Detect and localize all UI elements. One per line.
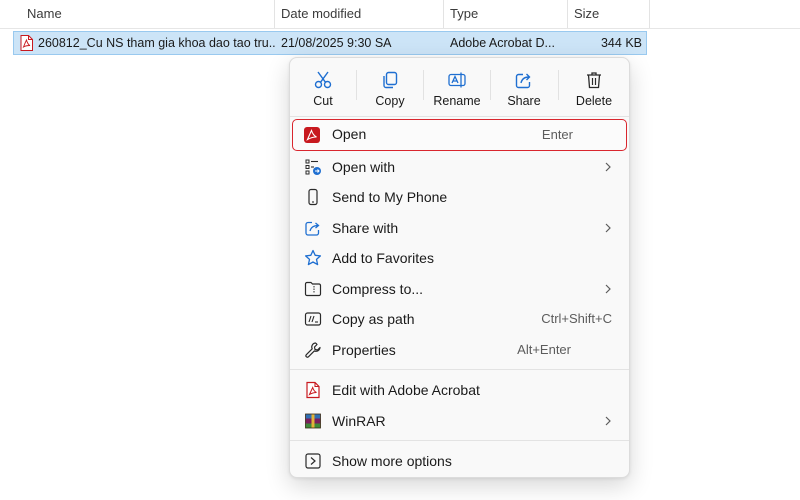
rename-button[interactable]: Rename (424, 62, 490, 112)
properties-label: Properties (332, 342, 396, 358)
file-date: 21/08/2025 9:30 SA (281, 36, 392, 50)
wrench-icon (305, 342, 321, 358)
share-with-icon (305, 221, 320, 236)
share-icon (515, 73, 531, 89)
copy-path-icon (304, 312, 322, 326)
menu-item-edit-with-acrobat[interactable]: Edit with Adobe Acrobat (293, 375, 626, 405)
column-date-header[interactable]: Date modified (274, 0, 443, 28)
chevron-right-icon (605, 284, 611, 294)
menu-divider (290, 116, 629, 117)
column-name-header[interactable]: Name (20, 0, 274, 28)
file-name: 260812_Cu NS tham gia khoa dao tao tru..… (38, 36, 275, 50)
copy-button[interactable]: Copy (357, 62, 423, 112)
menu-item-send-to-phone[interactable]: Send to My Phone (293, 182, 626, 212)
menu-item-open-with[interactable]: Open with (293, 152, 626, 182)
copy-icon (383, 71, 398, 89)
chevron-right-icon (605, 223, 611, 233)
menu-item-copy-as-path[interactable]: Copy as path Ctrl+Shift+C (293, 304, 626, 334)
menu-item-compress-to[interactable]: Compress to... (293, 274, 626, 304)
menu-item-open[interactable]: Open Enter (292, 119, 627, 151)
acrobat-edit-icon (306, 381, 320, 399)
share-with-label: Share with (332, 220, 399, 236)
trash-icon (587, 72, 601, 89)
open-label: Open (332, 126, 367, 142)
copy-as-path-label: Copy as path (332, 311, 415, 327)
send-to-phone-label: Send to My Phone (332, 189, 448, 205)
scissors-icon (314, 71, 332, 89)
phone-icon (308, 188, 318, 206)
winrar-label: WinRAR (332, 413, 386, 429)
star-icon (304, 249, 322, 266)
add-to-favorites-label: Add to Favorites (332, 250, 434, 266)
menu-item-winrar[interactable]: WinRAR (293, 406, 626, 436)
file-type: Adobe Acrobat D... (450, 36, 555, 50)
quick-actions-bar: Cut Copy Rename Share Delete (290, 58, 629, 116)
share-button[interactable]: Share (491, 62, 557, 112)
menu-item-add-to-favorites[interactable]: Add to Favorites (293, 243, 626, 273)
adobe-pdf-icon (304, 127, 320, 143)
column-header: Name Date modified Type Size (0, 0, 800, 29)
compress-to-label: Compress to... (332, 281, 424, 297)
open-shortcut: Enter (541, 127, 573, 142)
cut-label: Cut (313, 94, 333, 108)
copy-label: Copy (375, 94, 405, 108)
menu-divider (290, 369, 629, 370)
winrar-icon (305, 413, 321, 429)
zip-folder-icon (304, 281, 322, 297)
pdf-file-icon (20, 35, 33, 51)
column-size-header[interactable]: Size (567, 0, 649, 28)
file-size: 344 KB (600, 36, 642, 50)
chevron-right-icon (605, 416, 611, 426)
show-more-options-label: Show more options (332, 453, 452, 469)
rename-icon (448, 72, 466, 88)
edit-with-acrobat-label: Edit with Adobe Acrobat (332, 382, 480, 398)
menu-divider (290, 440, 629, 441)
show-more-icon (305, 453, 321, 469)
delete-button[interactable]: Delete (561, 62, 627, 112)
menu-item-show-more-options[interactable]: Show more options (293, 446, 626, 476)
rename-label: Rename (433, 94, 481, 108)
menu-item-share-with[interactable]: Share with (293, 213, 626, 243)
column-type-header[interactable]: Type (443, 0, 567, 28)
file-row-selected[interactable]: 260812_Cu NS tham gia khoa dao tao tru..… (13, 31, 647, 55)
open-with-label: Open with (332, 159, 396, 175)
properties-shortcut: Alt+Enter (517, 342, 571, 357)
copy-as-path-shortcut: Ctrl+Shift+C (541, 311, 612, 326)
chevron-right-icon (605, 162, 611, 172)
cut-button[interactable]: Cut (290, 62, 356, 112)
context-menu: Cut Copy Rename Share Delete Open Enter … (289, 57, 630, 478)
delete-label: Delete (575, 94, 613, 108)
open-with-icon (305, 159, 321, 175)
menu-item-properties[interactable]: Properties Alt+Enter (293, 335, 626, 365)
quick-divider (558, 70, 559, 100)
column-divider[interactable] (649, 0, 650, 28)
share-label: Share (507, 94, 541, 108)
